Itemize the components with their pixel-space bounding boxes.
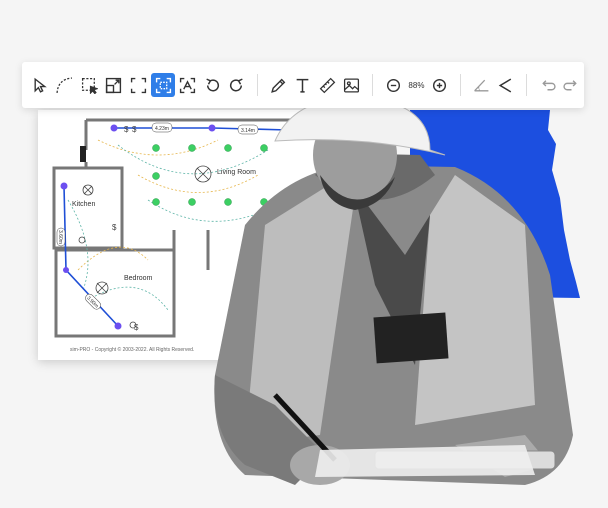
copyright-text: sim-PRO - Copyright © 2003-2022. All Rig… — [70, 347, 195, 353]
rotate-left-icon[interactable] — [200, 73, 225, 97]
svg-text:$: $ — [134, 323, 139, 332]
crop-frame-icon[interactable] — [126, 73, 151, 97]
measurement-label: 3.60m — [57, 230, 63, 244]
image-icon[interactable] — [340, 73, 365, 97]
toolbar-divider — [525, 74, 527, 96]
svg-text:$: $ — [132, 125, 137, 134]
room-label-bedroom: Bedroom — [124, 275, 153, 282]
redo-icon[interactable] — [559, 73, 584, 97]
toolbar-divider — [459, 74, 461, 96]
room-label-kitchen: Kitchen — [72, 201, 95, 208]
zoom-level: 88% — [408, 80, 425, 90]
construction-worker-image — [214, 105, 573, 485]
arc-curve-icon[interactable] — [53, 73, 78, 97]
text-icon[interactable] — [290, 73, 315, 97]
share-icon[interactable] — [493, 73, 518, 97]
rotate-right-icon[interactable] — [224, 73, 249, 97]
measurement-label: 4.23m — [155, 126, 169, 132]
focus-frame-icon[interactable] — [150, 73, 176, 97]
door-block — [80, 146, 86, 162]
zoom-in-icon[interactable] — [427, 73, 452, 97]
detect-icon[interactable] — [175, 73, 200, 97]
undo-icon[interactable] — [535, 73, 560, 97]
select-pointer-icon[interactable] — [28, 73, 53, 97]
select-area-icon[interactable] — [77, 73, 102, 97]
pencil-icon[interactable] — [266, 73, 291, 97]
ruler-icon[interactable] — [315, 73, 340, 97]
svg-text:$: $ — [112, 223, 117, 232]
angle-icon[interactable] — [469, 73, 494, 97]
resize-icon[interactable] — [102, 73, 127, 97]
toolbar-divider — [256, 74, 258, 96]
svg-text:$: $ — [124, 125, 129, 134]
editor-toolbar: 88% — [22, 62, 584, 108]
zoom-out-icon[interactable] — [381, 73, 406, 97]
toolbar-divider — [372, 74, 374, 96]
